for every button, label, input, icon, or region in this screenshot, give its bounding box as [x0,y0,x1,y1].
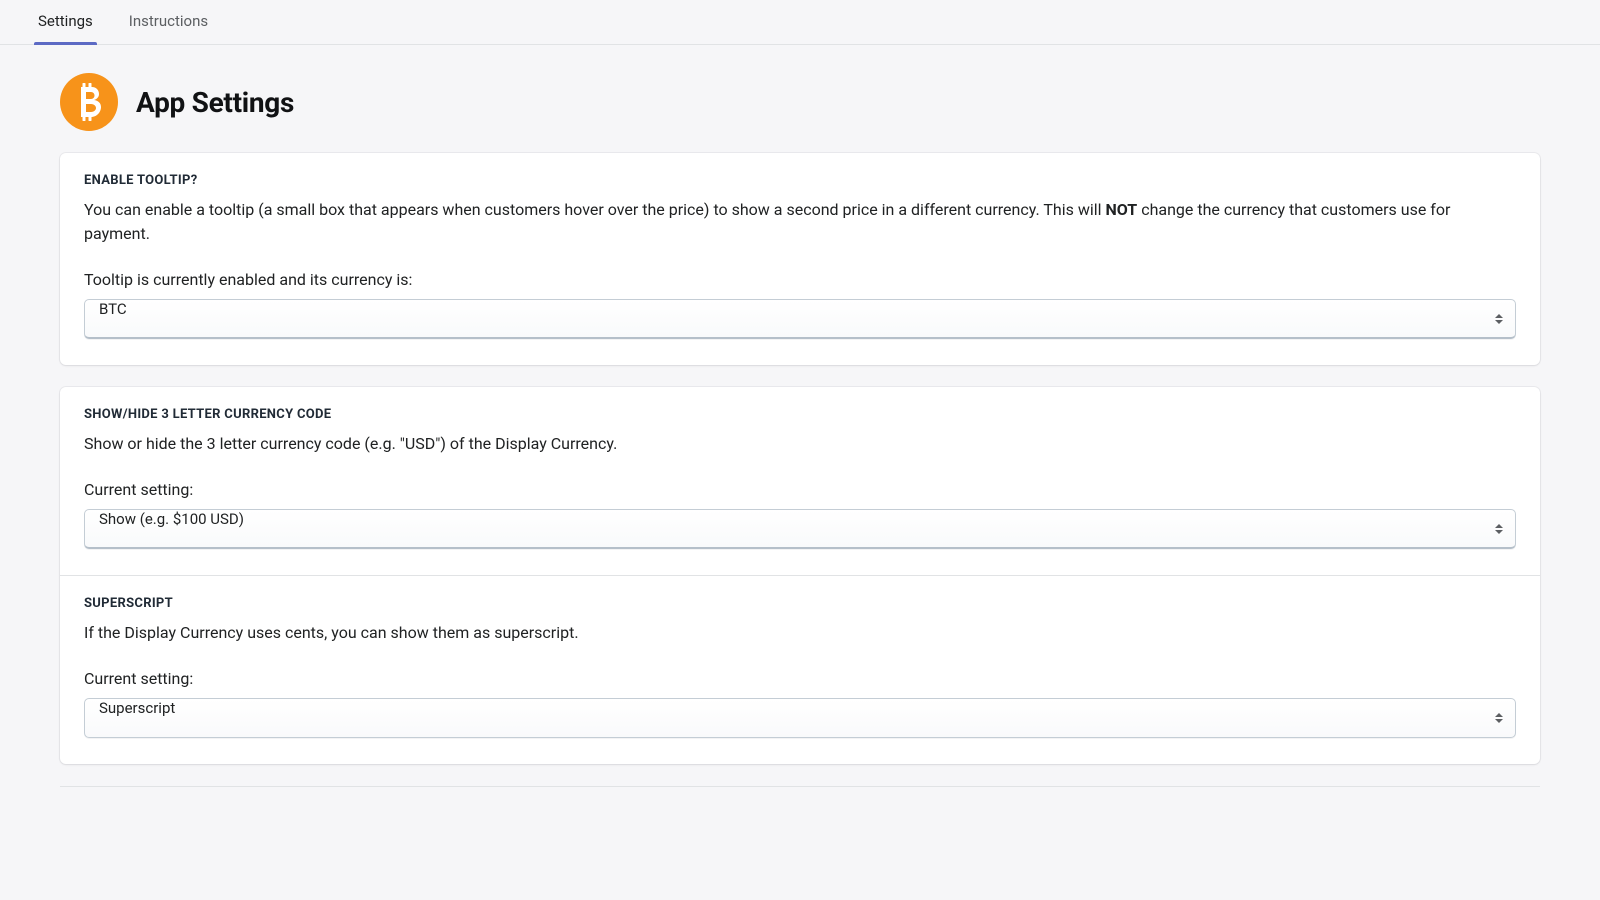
page-header: App Settings [0,45,1600,153]
tooltip-desc-strong: NOT [1106,200,1138,219]
currency-code-card: SHOW/HIDE 3 LETTER CURRENCY CODE Show or… [60,387,1540,764]
tooltip-heading: ENABLE TOOLTIP? [84,173,1516,188]
currency-code-heading: SHOW/HIDE 3 LETTER CURRENCY CODE [84,407,1516,422]
footer-divider [60,786,1540,787]
tooltip-card: ENABLE TOOLTIP? You can enable a tooltip… [60,153,1540,365]
tooltip-currency-select[interactable]: BTC [84,299,1516,339]
superscript-select[interactable]: Superscript [84,698,1516,738]
superscript-field-label: Current setting: [84,669,1516,688]
superscript-heading: SUPERSCRIPT [84,596,1516,611]
currency-code-select[interactable]: Show (e.g. $100 USD) [84,509,1516,549]
tab-settings[interactable]: Settings [34,0,97,44]
currency-code-description: Show or hide the 3 letter currency code … [84,432,1516,456]
tooltip-description: You can enable a tooltip (a small box th… [84,198,1516,246]
bitcoin-icon [60,73,118,131]
page-title: App Settings [136,86,294,119]
superscript-description: If the Display Currency uses cents, you … [84,621,1516,645]
tabs-bar: Settings Instructions [0,0,1600,45]
currency-code-field-label: Current setting: [84,480,1516,499]
tooltip-desc-pre: You can enable a tooltip (a small box th… [84,200,1106,219]
tooltip-field-label: Tooltip is currently enabled and its cur… [84,270,1516,289]
tab-instructions[interactable]: Instructions [125,0,212,44]
